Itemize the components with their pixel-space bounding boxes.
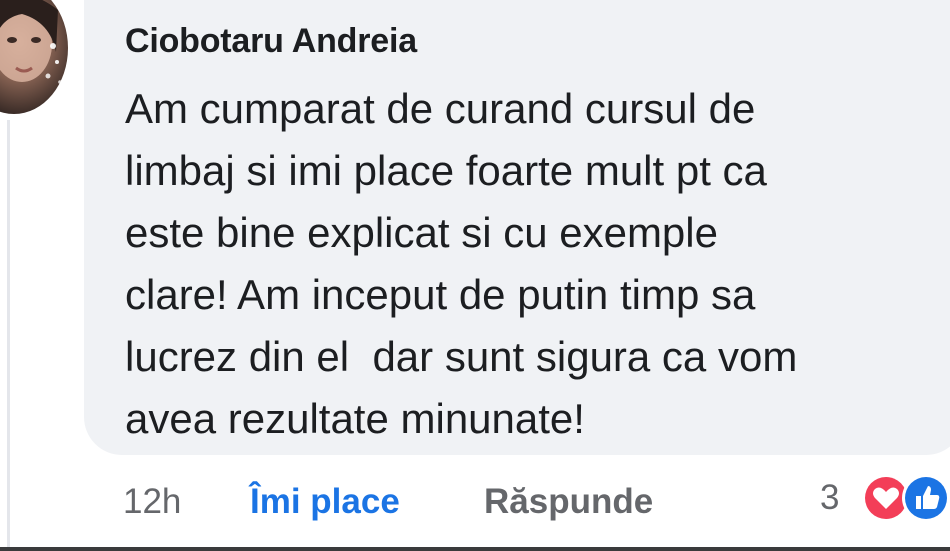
like-reaction-icon [902,474,950,522]
comment-timestamp[interactable]: 12h [123,482,181,522]
like-button[interactable]: Îmi place [250,482,400,522]
comment-text-line: avea rezultate minunate! [125,395,585,442]
reply-thread-line [7,120,10,551]
reactions-summary[interactable] [860,472,950,524]
comment-author-name[interactable]: Ciobotaru Andreia [125,22,417,61]
reaction-count[interactable]: 3 [820,478,839,518]
avatar[interactable] [0,0,68,114]
comment-text-line: Am cumparat de curand cursul de [125,85,756,132]
bottom-divider [0,547,950,551]
avatar-photo [0,0,62,84]
comment-text-line: limbaj si imi place foarte mult pt ca [125,147,767,194]
comment-text-line: clare! Am inceput de putin timp sa [125,271,756,318]
comment-text-line: lucrez din el dar sunt sigura ca vom [125,333,798,380]
comment-text-line: este bine explicat si cu exemple [125,209,718,256]
comment-text: Am cumparat de curand cursul de limbaj s… [125,78,905,450]
reply-button[interactable]: Răspunde [484,482,653,522]
